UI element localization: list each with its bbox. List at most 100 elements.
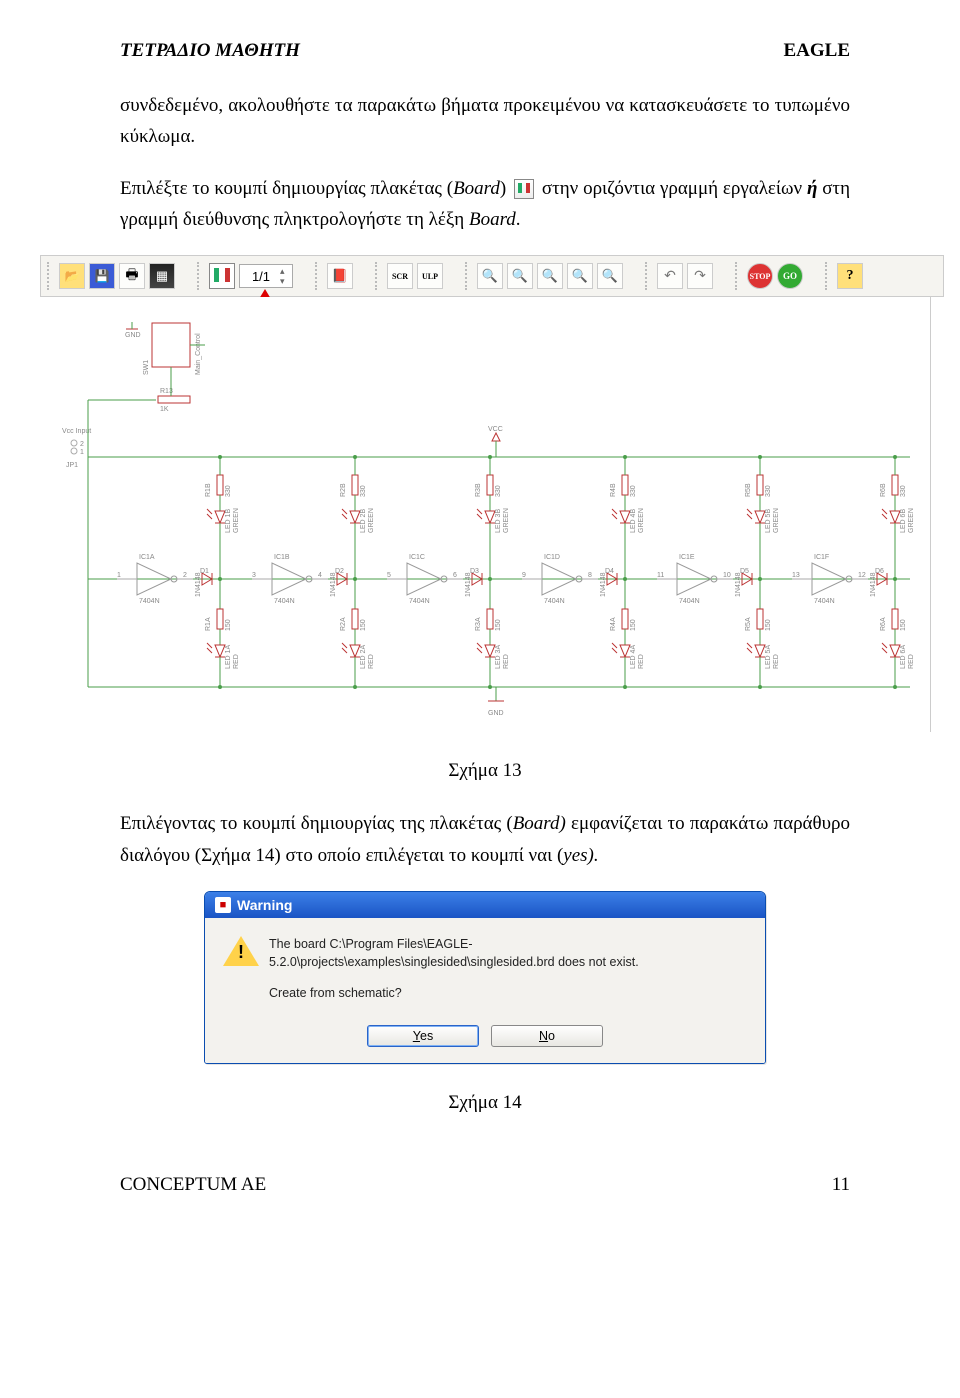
svg-text:7404N: 7404N <box>139 598 160 605</box>
board-button[interactable] <box>209 263 235 289</box>
svg-text:1: 1 <box>80 449 84 456</box>
svg-text:D5: D5 <box>740 568 749 575</box>
svg-text:LED 3A: LED 3A <box>495 645 502 669</box>
svg-text:1: 1 <box>117 572 121 579</box>
svg-text:R6A: R6A <box>880 617 887 631</box>
redo-icon[interactable] <box>687 263 713 289</box>
svg-text:SW1: SW1 <box>143 360 150 375</box>
svg-text:7404N: 7404N <box>814 598 835 605</box>
svg-text:R5B: R5B <box>745 483 752 497</box>
svg-text:11: 11 <box>657 572 664 579</box>
svg-text:8: 8 <box>588 572 592 579</box>
help-icon[interactable]: ? <box>837 263 863 289</box>
warning-dialog: ■ Warning The board C:\Program Files\EAG… <box>204 891 766 1064</box>
zoom-select[interactable]: ▴▾ <box>239 264 293 288</box>
scr-button[interactable]: SCR <box>387 263 413 289</box>
svg-text:LED 6A: LED 6A <box>900 645 907 669</box>
zoom-in-icon[interactable] <box>507 263 533 289</box>
svg-text:LED 4B: LED 4B <box>630 509 637 533</box>
schematic-diagram: GNDSW1Main_ControlR131KVcc Input21JP1VCC… <box>40 297 931 732</box>
svg-text:RED: RED <box>773 655 780 670</box>
svg-text:1N4148: 1N4148 <box>465 573 472 598</box>
toolbar-handle[interactable] <box>375 262 381 290</box>
svg-text:R4B: R4B <box>610 483 617 497</box>
figure-caption-13: Σχήμα 13 <box>120 760 850 782</box>
svg-text:JP1: JP1 <box>66 462 78 469</box>
svg-text:2: 2 <box>80 441 84 448</box>
toolbar-handle[interactable] <box>645 262 651 290</box>
svg-text:LED 2B: LED 2B <box>360 509 367 533</box>
svg-text:GREEN: GREEN <box>503 508 510 533</box>
svg-text:1N4148: 1N4148 <box>330 573 337 598</box>
svg-text:1N4148: 1N4148 <box>600 573 607 598</box>
undo-icon[interactable] <box>657 263 683 289</box>
dialog-titlebar[interactable]: ■ Warning <box>205 892 765 918</box>
eagle-toolbar: 📂 💾 ▴▾ SCR ULP STOP GO <box>40 255 944 297</box>
zoom-fit-icon[interactable] <box>477 263 503 289</box>
zoom-out-icon[interactable] <box>537 263 563 289</box>
zoom-input[interactable] <box>242 268 280 285</box>
yes-button[interactable]: Yes <box>367 1025 479 1047</box>
svg-text:IC1B: IC1B <box>274 554 290 561</box>
no-button[interactable]: No <box>491 1025 603 1047</box>
toolbar-handle[interactable] <box>735 262 741 290</box>
svg-text:RED: RED <box>908 655 915 670</box>
svg-text:VCC: VCC <box>488 426 503 433</box>
svg-text:IC1D: IC1D <box>544 554 560 561</box>
svg-text:330: 330 <box>630 486 637 498</box>
dialog-message-2: Create from schematic? <box>269 985 747 1003</box>
svg-text:LED 6B: LED 6B <box>900 509 907 533</box>
svg-text:RED: RED <box>368 655 375 670</box>
svg-text:150: 150 <box>225 620 232 632</box>
svg-text:9: 9 <box>522 572 526 579</box>
svg-text:330: 330 <box>225 486 232 498</box>
svg-text:2: 2 <box>183 572 187 579</box>
go-button[interactable]: GO <box>777 263 803 289</box>
svg-text:R3B: R3B <box>475 483 482 497</box>
svg-text:LED 2A: LED 2A <box>360 645 367 669</box>
svg-text:7404N: 7404N <box>409 598 430 605</box>
svg-text:330: 330 <box>765 486 772 498</box>
print-icon[interactable] <box>119 263 145 289</box>
zoom-select-icon[interactable] <box>597 263 623 289</box>
svg-text:7404N: 7404N <box>544 598 565 605</box>
library-icon[interactable] <box>327 263 353 289</box>
svg-text:R4A: R4A <box>610 617 617 631</box>
cam-icon[interactable] <box>149 263 175 289</box>
svg-text:IC1C: IC1C <box>409 554 425 561</box>
ulp-button[interactable]: ULP <box>417 263 443 289</box>
svg-text:1K: 1K <box>160 406 169 413</box>
stop-button[interactable]: STOP <box>747 263 773 289</box>
svg-text:R3A: R3A <box>475 617 482 631</box>
toolbar-handle[interactable] <box>47 262 53 290</box>
svg-text:330: 330 <box>360 486 367 498</box>
svg-text:IC1F: IC1F <box>814 554 829 561</box>
open-icon[interactable]: 📂 <box>59 263 85 289</box>
svg-text:3: 3 <box>252 572 256 579</box>
svg-text:D3: D3 <box>470 568 479 575</box>
svg-text:4: 4 <box>318 572 322 579</box>
svg-text:7404N: 7404N <box>679 598 700 605</box>
save-icon[interactable]: 💾 <box>89 263 115 289</box>
svg-text:R6B: R6B <box>880 483 887 497</box>
svg-text:R1A: R1A <box>205 617 212 631</box>
toolbar-handle[interactable] <box>825 262 831 290</box>
svg-text:GREEN: GREEN <box>908 508 915 533</box>
svg-text:150: 150 <box>765 620 772 632</box>
toolbar-handle[interactable] <box>197 262 203 290</box>
svg-text:GREEN: GREEN <box>368 508 375 533</box>
paragraph-1: συνδεδεμένο, ακολουθήστε τα παρακάτω βήμ… <box>120 90 850 153</box>
footer-right: 11 <box>832 1174 850 1196</box>
toolbar-handle[interactable] <box>315 262 321 290</box>
footer-left: CONCEPTUM AE <box>120 1174 266 1196</box>
svg-text:150: 150 <box>360 620 367 632</box>
svg-text:RED: RED <box>233 655 240 670</box>
zoom-redraw-icon[interactable] <box>567 263 593 289</box>
svg-text:R1B: R1B <box>205 483 212 497</box>
svg-text:D6: D6 <box>875 568 884 575</box>
svg-text:LED 5A: LED 5A <box>765 645 772 669</box>
svg-text:1N4148: 1N4148 <box>735 573 742 598</box>
toolbar-handle[interactable] <box>465 262 471 290</box>
svg-text:LED 1B: LED 1B <box>225 509 232 533</box>
svg-text:1N4148: 1N4148 <box>195 573 202 598</box>
